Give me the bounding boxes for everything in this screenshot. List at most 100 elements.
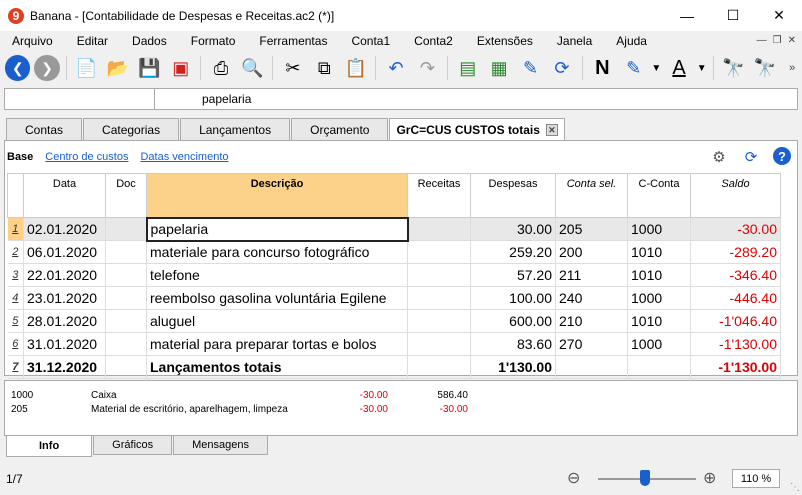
- menu-formato[interactable]: Formato: [179, 34, 248, 48]
- table-row[interactable]: 3 22.01.2020 telefone 57.20 211 1010 -34…: [7, 263, 781, 287]
- col-header-despesas[interactable]: Despesas: [470, 173, 556, 218]
- zoom-in-icon[interactable]: ⊕: [703, 468, 716, 488]
- cell-doc[interactable]: [105, 217, 147, 241]
- edit-row-icon[interactable]: ✎: [517, 54, 544, 82]
- cell-descricao[interactable]: material para preparar tortas e bolos: [146, 332, 408, 356]
- cell-saldo[interactable]: -1'046.40: [690, 309, 781, 333]
- cell-conta-sel[interactable]: 205: [555, 217, 628, 241]
- table-row[interactable]: 5 28.01.2020 aluguel 600.00 210 1010 -1'…: [7, 309, 781, 333]
- cell-reference-field[interactable]: [5, 89, 155, 109]
- cell-saldo[interactable]: -346.40: [690, 263, 781, 287]
- table-row[interactable]: 2 06.01.2020 materiale para concurso fot…: [7, 240, 781, 264]
- tab-info[interactable]: Info: [6, 436, 93, 457]
- refresh-icon[interactable]: ⟳: [741, 147, 761, 167]
- row-number[interactable]: 5: [7, 309, 24, 333]
- cell-descricao[interactable]: reembolso gasolina voluntária Egilene: [146, 286, 408, 310]
- table-row[interactable]: 4 23.01.2020 reembolso gasolina voluntár…: [7, 286, 781, 310]
- cell-doc[interactable]: [105, 332, 147, 356]
- tab-categorias[interactable]: Categorias: [83, 118, 180, 140]
- col-header-descricao[interactable]: Descrição: [146, 173, 408, 218]
- gear-icon[interactable]: ⚙: [709, 147, 729, 167]
- find-next-icon[interactable]: 🔭: [751, 54, 778, 82]
- find-icon[interactable]: 🔭: [720, 54, 747, 82]
- cell-data[interactable]: 31.01.2020: [23, 332, 106, 356]
- cell-conta-sel[interactable]: 211: [555, 263, 628, 287]
- cell-doc[interactable]: [105, 240, 147, 264]
- menu-extensoes[interactable]: Extensões: [465, 34, 545, 48]
- cell-doc[interactable]: [105, 309, 147, 333]
- cell-receitas[interactable]: [407, 286, 471, 310]
- cell-data[interactable]: 28.01.2020: [23, 309, 106, 333]
- cell-despesas[interactable]: 259.20: [470, 240, 556, 264]
- tab-grc-custos[interactable]: GrC=CUS CUSTOS totais ✕: [389, 118, 565, 141]
- row-number[interactable]: 2: [7, 240, 24, 264]
- cut-icon[interactable]: ✂: [279, 54, 306, 82]
- cell-doc[interactable]: [105, 286, 147, 310]
- menu-janela[interactable]: Janela: [545, 34, 604, 48]
- tab-mensagens[interactable]: Mensagens: [173, 436, 269, 455]
- copy-icon[interactable]: ⧉: [311, 54, 338, 82]
- cell-descricao[interactable]: materiale para concurso fotográfico: [146, 240, 408, 264]
- row-number[interactable]: 3: [7, 263, 24, 287]
- zoom-slider[interactable]: [598, 470, 696, 486]
- cell-receitas[interactable]: [407, 309, 471, 333]
- cell-data[interactable]: 22.01.2020: [23, 263, 106, 287]
- font-color-dropdown-icon[interactable]: ▼: [697, 54, 707, 82]
- open-folder-icon[interactable]: 📂: [104, 54, 131, 82]
- menu-conta2[interactable]: Conta2: [402, 34, 465, 48]
- cell-saldo[interactable]: -30.00: [690, 217, 781, 241]
- cell-conta-sel[interactable]: 240: [555, 286, 628, 310]
- pdf-icon[interactable]: ▣: [167, 54, 194, 82]
- maximize-icon[interactable]: ☐: [710, 0, 756, 31]
- cell-receitas[interactable]: [407, 240, 471, 264]
- cell-despesas[interactable]: 57.20: [470, 263, 556, 287]
- cell-despesas[interactable]: 600.00: [470, 309, 556, 333]
- close-icon[interactable]: ✕: [756, 0, 802, 31]
- cell-conta-sel[interactable]: 200: [555, 240, 628, 264]
- col-header-c-conta[interactable]: C-Conta: [627, 173, 691, 218]
- cell-conta-sel[interactable]: 210: [555, 309, 628, 333]
- cell-conta-sel[interactable]: [555, 355, 628, 379]
- save-icon[interactable]: 💾: [136, 54, 163, 82]
- zoom-slider-handle[interactable]: [640, 470, 651, 486]
- zoom-out-icon[interactable]: ⊖: [567, 468, 580, 488]
- cell-c-conta[interactable]: 1010: [627, 240, 691, 264]
- menu-ferramentas[interactable]: Ferramentas: [247, 34, 339, 48]
- cell-descricao[interactable]: aluguel: [146, 309, 408, 333]
- menu-conta1[interactable]: Conta1: [339, 34, 402, 48]
- col-header-saldo[interactable]: Saldo: [690, 173, 781, 218]
- tab-close-icon[interactable]: ✕: [545, 124, 558, 136]
- tab-orcamento[interactable]: Orçamento: [291, 118, 389, 140]
- cell-c-conta[interactable]: 1010: [627, 263, 691, 287]
- cell-data[interactable]: 06.01.2020: [23, 240, 106, 264]
- menu-editar[interactable]: Editar: [65, 34, 120, 48]
- delete-row-icon[interactable]: ▦: [485, 54, 512, 82]
- cell-descricao[interactable]: Lançamentos totais: [146, 355, 408, 379]
- row-number[interactable]: 1: [7, 217, 24, 241]
- highlight-icon[interactable]: ✎: [620, 54, 647, 82]
- view-centro-de-custos[interactable]: Centro de custos: [45, 151, 128, 163]
- row-number[interactable]: 6: [7, 332, 24, 356]
- col-header-data[interactable]: Data: [23, 173, 106, 218]
- cell-receitas[interactable]: [407, 355, 471, 379]
- cell-saldo[interactable]: -1'130.00: [690, 355, 781, 379]
- print-preview-icon[interactable]: 🔍: [239, 54, 266, 82]
- insert-row-icon[interactable]: ▤: [454, 54, 481, 82]
- resize-grip-icon[interactable]: ⋱: [790, 482, 800, 493]
- col-header-conta-sel[interactable]: Conta sel.: [555, 173, 628, 218]
- zoom-level-field[interactable]: 110 %: [732, 469, 780, 488]
- mdi-minimize-icon[interactable]: —: [757, 35, 767, 46]
- tab-graficos[interactable]: Gráficos: [93, 436, 173, 455]
- cell-saldo[interactable]: -1'130.00: [690, 332, 781, 356]
- table-row[interactable]: 1 02.01.2020 papelaria 30.00 205 1000 -3…: [7, 216, 781, 242]
- cell-c-conta[interactable]: 1010: [627, 309, 691, 333]
- cell-saldo[interactable]: -289.20: [690, 240, 781, 264]
- bold-icon[interactable]: N: [589, 54, 616, 82]
- forward-icon[interactable]: ❯: [34, 55, 60, 81]
- menu-ajuda[interactable]: Ajuda: [604, 34, 659, 48]
- cell-despesas[interactable]: 83.60: [470, 332, 556, 356]
- view-datas-vencimento[interactable]: Datas vencimento: [140, 151, 228, 163]
- view-base[interactable]: Base: [7, 151, 33, 163]
- cell-saldo[interactable]: -446.40: [690, 286, 781, 310]
- cell-data[interactable]: 02.01.2020: [23, 217, 106, 241]
